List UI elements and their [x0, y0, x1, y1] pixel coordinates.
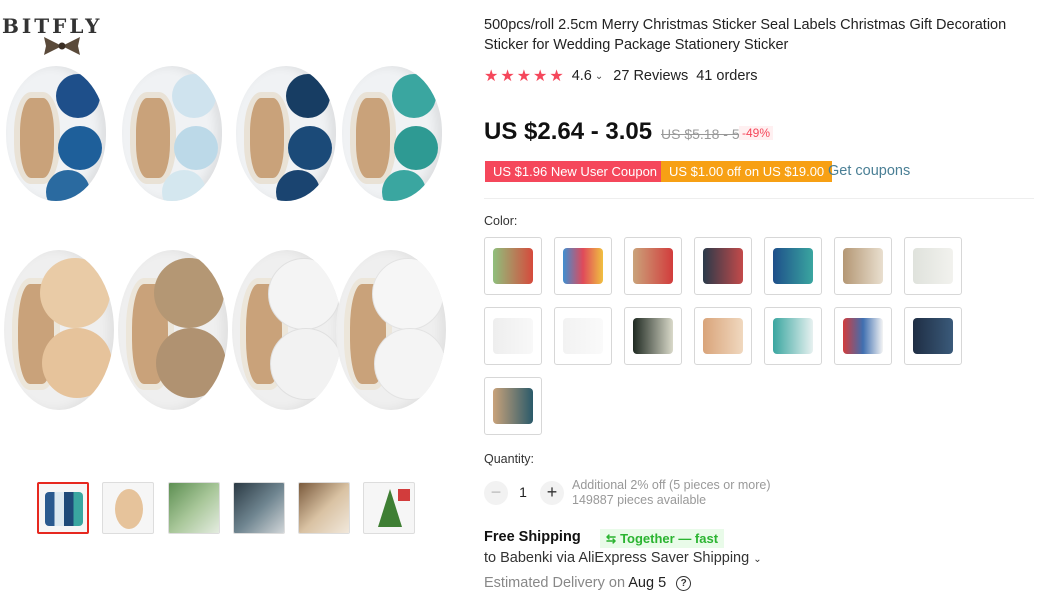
discount-badge: -49%: [739, 126, 774, 140]
delivery-date: Aug 5: [628, 575, 667, 591]
thumbnail[interactable]: [298, 482, 350, 534]
thumbnail[interactable]: [363, 482, 415, 534]
new-user-coupon[interactable]: US $1.96 New User Coupon: [485, 161, 666, 182]
color-option[interactable]: [764, 237, 822, 295]
get-coupons-link[interactable]: Get coupons: [828, 163, 910, 179]
color-option[interactable]: [834, 307, 892, 365]
sticker-roll: [232, 250, 342, 410]
color-option[interactable]: [624, 237, 682, 295]
sticker-roll: [342, 66, 442, 201]
color-option[interactable]: [904, 237, 962, 295]
color-option[interactable]: [624, 307, 682, 365]
thumbnail[interactable]: [233, 482, 285, 534]
star-icon: ★: [549, 68, 564, 85]
rating-value[interactable]: 4.6: [572, 68, 592, 84]
star-icon: ★: [533, 68, 548, 85]
rating-row: ★ ★ ★ ★ ★ 4.6 ⌄ 27 Reviews 41 orders: [484, 66, 758, 86]
product-title: 500pcs/roll 2.5cm Merry Christmas Sticke…: [484, 17, 1007, 53]
sticker-roll: [4, 250, 114, 410]
estimated-delivery: Estimated Delivery on Aug 5 ?: [484, 575, 692, 591]
thumbnail[interactable]: [37, 482, 89, 534]
orders-count: 41 orders: [696, 68, 758, 84]
together-fast-badge: ⇆ Together — fast: [600, 529, 725, 548]
color-option[interactable]: [694, 237, 752, 295]
color-option[interactable]: [484, 237, 542, 295]
shipping-destination-label: to Babenki via AliExpress Saver Shipping: [484, 550, 750, 566]
delivery-prefix: Estimated Delivery on: [484, 575, 626, 591]
price: US $2.64 - 3.05: [484, 118, 653, 145]
chevron-down-icon[interactable]: ⌄: [753, 554, 761, 565]
color-option[interactable]: [484, 377, 542, 435]
reviews-link[interactable]: 27 Reviews: [613, 68, 688, 84]
thumbnail[interactable]: [168, 482, 220, 534]
color-option[interactable]: [904, 307, 962, 365]
stock-available: 149887 pieces available: [572, 493, 707, 507]
sticker-roll: [122, 66, 222, 201]
quantity-plus-button[interactable]: +: [540, 481, 564, 505]
color-label: Color:: [484, 214, 518, 228]
sticker-roll: [236, 66, 336, 201]
color-option[interactable]: [554, 237, 612, 295]
badge-label: Together — fast: [620, 531, 719, 546]
star-icon: ★: [484, 68, 499, 85]
truck-icon: ⇆: [606, 532, 617, 546]
thumbnail[interactable]: [102, 482, 154, 534]
help-icon[interactable]: ?: [676, 576, 692, 591]
color-option[interactable]: [834, 237, 892, 295]
shipping-title: Free Shipping: [484, 529, 581, 545]
shipping-destination[interactable]: to Babenki via AliExpress Saver Shipping…: [484, 550, 762, 566]
star-icon: ★: [516, 68, 532, 85]
bulk-discount-note: Additional 2% off (5 pieces or more): [572, 478, 771, 492]
quantity-input[interactable]: 1: [514, 484, 532, 500]
color-option[interactable]: [694, 307, 752, 365]
sticker-roll: [336, 250, 446, 410]
star-icon: ★: [500, 68, 515, 85]
quantity-label: Quantity:: [484, 452, 535, 466]
chevron-down-icon[interactable]: ⌄: [595, 71, 603, 82]
product-main-image[interactable]: [0, 60, 470, 470]
sticker-roll: [118, 250, 228, 410]
quantity-note: Additional 2% off (5 pieces or more) 149…: [572, 478, 770, 508]
bow-logo-icon: [44, 37, 80, 55]
sticker-roll: [6, 66, 106, 201]
color-option[interactable]: [764, 307, 822, 365]
quantity-minus-button[interactable]: −: [484, 481, 508, 505]
divider: [484, 198, 1034, 199]
store-coupon[interactable]: US $1.00 off on US $19.00: [661, 161, 833, 182]
color-option[interactable]: [484, 307, 542, 365]
color-option[interactable]: [554, 307, 612, 365]
